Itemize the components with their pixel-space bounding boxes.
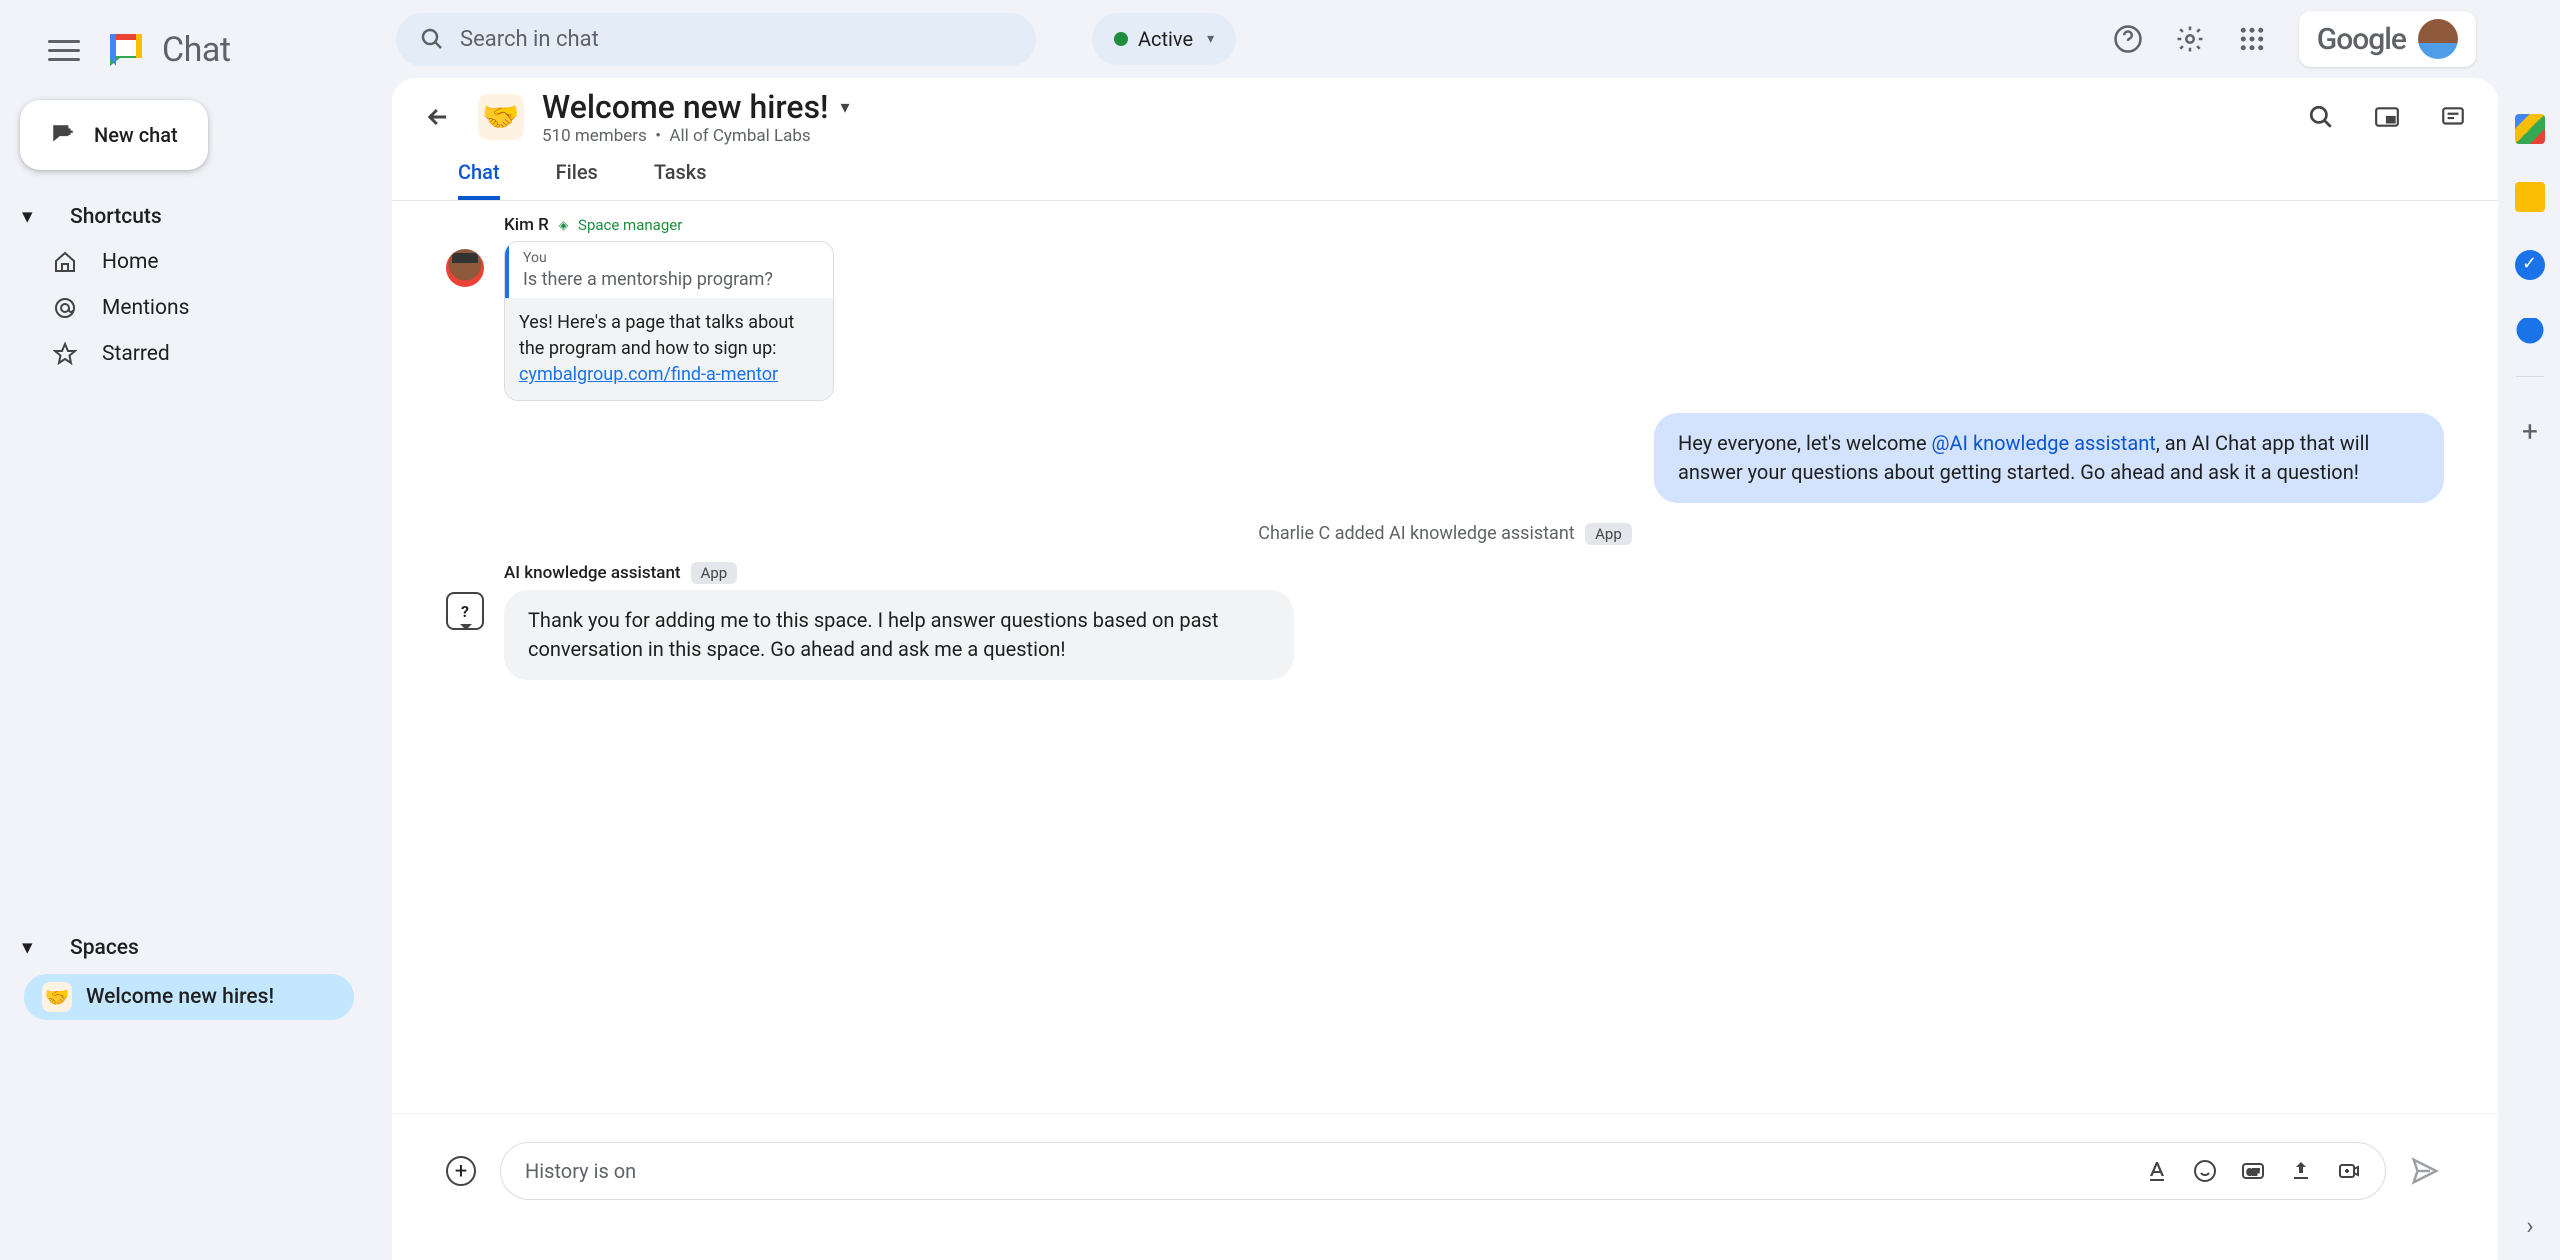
space-item-label: Welcome new hires! — [86, 985, 274, 1009]
message-body: Thank you for adding me to this space. I… — [504, 590, 1294, 680]
user-avatar — [2418, 19, 2458, 59]
chevron-down-icon: ▾ — [22, 204, 38, 229]
pip-icon[interactable] — [2374, 104, 2400, 130]
message-self[interactable]: Hey everyone, let's welcome @AI knowledg… — [1654, 413, 2444, 503]
settings-icon[interactable] — [2175, 24, 2205, 54]
space-manager-badge: Space manager — [578, 216, 682, 234]
video-meet-icon[interactable] — [2337, 1159, 2361, 1183]
nav-starred[interactable]: Starred — [0, 331, 392, 377]
mentor-link[interactable]: cymbalgroup.com/find-a-mentor — [519, 364, 778, 385]
avatar-kim[interactable] — [446, 249, 484, 287]
message-ai-assistant: ? AI knowledge assistant App Thank you f… — [446, 562, 2444, 680]
tab-tasks[interactable]: Tasks — [654, 160, 707, 200]
presence-dot-icon — [1114, 32, 1128, 46]
tab-files[interactable]: Files — [556, 160, 598, 200]
new-chat-icon — [50, 122, 76, 148]
chevron-down-icon: ▾ — [1207, 31, 1214, 47]
app-name: Chat — [162, 30, 230, 70]
quoted-reply-card[interactable]: You Is there a mentorship program? Yes! … — [504, 241, 834, 401]
nav-mentions-label: Mentions — [102, 296, 189, 320]
app-badge: App — [1585, 523, 1632, 545]
compose-area: + History is on GIF — [392, 1113, 2498, 1260]
mention-ai-assistant[interactable]: @AI knowledge assistant — [1932, 431, 2156, 455]
compose-input[interactable]: History is on GIF — [500, 1142, 2386, 1200]
side-panel-rail: + › — [2500, 0, 2560, 1260]
avatar-ai-assistant[interactable]: ? — [446, 592, 484, 630]
message-author[interactable]: AI knowledge assistant — [504, 563, 681, 583]
back-button[interactable] — [416, 95, 460, 139]
thread-panel-icon[interactable] — [2440, 104, 2466, 130]
manager-diamond-icon: ◈ — [559, 218, 568, 232]
main-menu-button[interactable] — [48, 40, 80, 61]
quote-text: Is there a mentorship program? — [523, 269, 819, 290]
chat-logo-icon — [104, 28, 148, 72]
search-input[interactable]: Search in chat — [396, 13, 1036, 66]
nav-starred-label: Starred — [102, 342, 170, 366]
home-icon — [52, 249, 78, 275]
help-icon[interactable] — [2113, 24, 2143, 54]
space-item-welcome[interactable]: 🤝 Welcome new hires! — [24, 974, 354, 1020]
add-app-icon[interactable]: + — [2522, 415, 2538, 448]
compose-add-button[interactable]: + — [446, 1156, 476, 1186]
space-avatar-icon: 🤝 — [42, 982, 72, 1012]
contacts-app-icon[interactable] — [2515, 318, 2545, 348]
send-button[interactable] — [2410, 1156, 2440, 1186]
tab-chat[interactable]: Chat — [458, 160, 500, 200]
compose-placeholder: History is on — [525, 1159, 636, 1183]
chevron-down-icon: ▾ — [841, 97, 850, 118]
conversation-subtitle: 510 members • All of Cymbal Labs — [542, 126, 850, 146]
rail-divider — [2516, 376, 2544, 377]
nav-shortcuts-label: Shortcuts — [70, 205, 162, 229]
tasks-app-icon[interactable] — [2515, 250, 2545, 280]
chevron-down-icon: ▾ — [22, 935, 38, 960]
search-placeholder: Search in chat — [460, 27, 599, 52]
nav-spaces-label: Spaces — [70, 936, 139, 960]
conversation-title-button[interactable]: Welcome new hires! ▾ — [542, 88, 850, 126]
expand-panel-icon[interactable]: › — [2526, 1212, 2533, 1240]
app-badge: App — [691, 562, 738, 584]
nav-shortcuts[interactable]: ▾ Shortcuts — [0, 194, 392, 239]
nav-mentions[interactable]: Mentions — [0, 285, 392, 331]
space-header-avatar: 🤝 — [478, 94, 524, 140]
google-logo-text: Google — [2317, 22, 2406, 57]
top-bar: Search in chat Active ▾ Google — [392, 0, 2500, 78]
apps-grid-icon[interactable] — [2237, 24, 2267, 54]
app-logo[interactable]: Chat — [104, 28, 230, 72]
account-switcher[interactable]: Google — [2299, 11, 2476, 67]
message-body: Yes! Here's a page that talks about the … — [505, 298, 833, 400]
presence-selector[interactable]: Active ▾ — [1092, 13, 1236, 65]
nav-spaces[interactable]: ▾ Spaces — [0, 925, 392, 970]
new-chat-label: New chat — [94, 123, 178, 147]
emoji-icon[interactable] — [2193, 1159, 2217, 1183]
gif-icon[interactable]: GIF — [2241, 1159, 2265, 1183]
search-in-space-icon[interactable] — [2308, 104, 2334, 130]
conversation-title: Welcome new hires! — [542, 88, 829, 126]
message-author[interactable]: Kim R — [504, 215, 549, 235]
svg-text:GIF: GIF — [2247, 1168, 2260, 1177]
star-icon — [52, 341, 78, 367]
search-icon — [420, 27, 444, 51]
keep-app-icon[interactable] — [2515, 182, 2545, 212]
presence-label: Active — [1138, 27, 1193, 51]
calendar-app-icon[interactable] — [2515, 114, 2545, 144]
format-text-icon[interactable] — [2145, 1159, 2169, 1183]
quote-author-label: You — [523, 250, 819, 266]
nav-home-label: Home — [102, 250, 159, 274]
left-sidebar: Chat New chat ▾ Shortcuts Home Mentions — [0, 0, 392, 1260]
new-chat-button[interactable]: New chat — [20, 100, 208, 170]
system-message: Charlie C added AI knowledge assistant A… — [446, 523, 2444, 544]
upload-icon[interactable] — [2289, 1159, 2313, 1183]
nav-home[interactable]: Home — [0, 239, 392, 285]
at-icon — [52, 295, 78, 321]
message-kim: Kim R ◈ Space manager You Is there a men… — [446, 215, 2444, 403]
